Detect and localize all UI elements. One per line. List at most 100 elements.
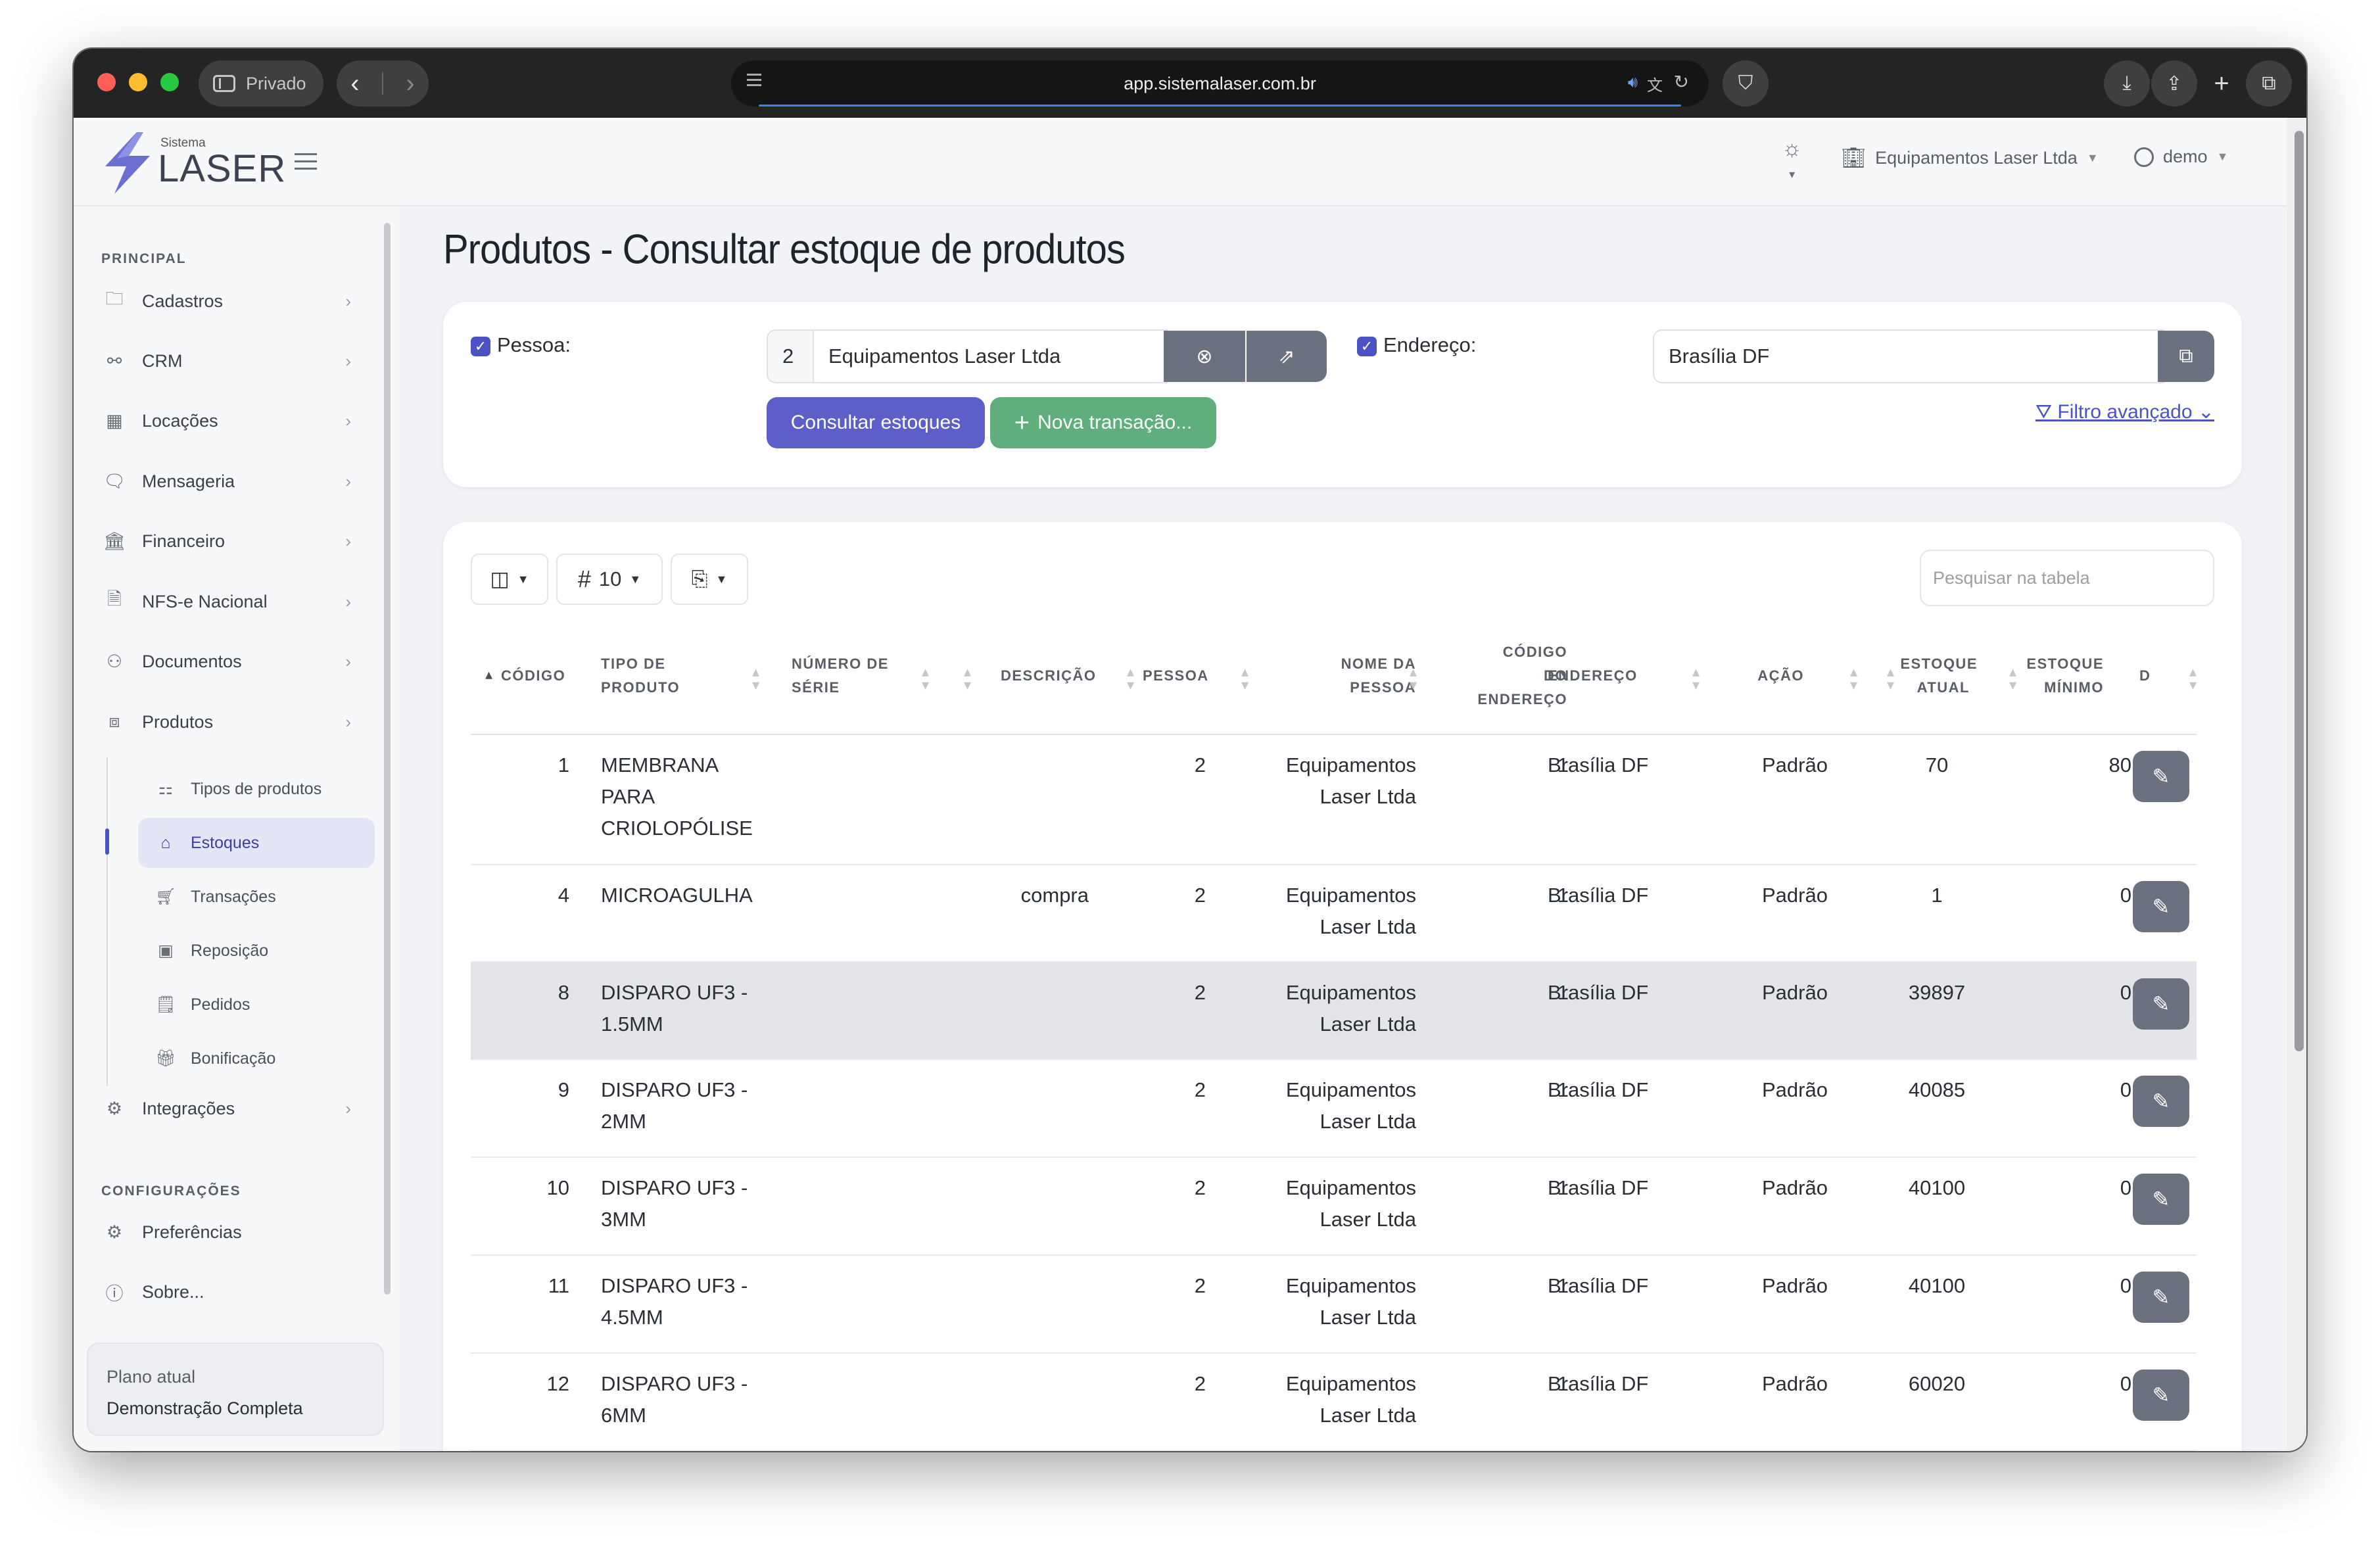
minimize-window-button[interactable]	[129, 73, 147, 91]
edit-button[interactable]: ✎	[2133, 881, 2189, 932]
sidebar-item-financeiro[interactable]: 🏛︎ Financeiro ›	[101, 521, 364, 561]
sidebar-item-preferencias[interactable]: ⚙ Preferências	[101, 1212, 364, 1252]
tabs-overview-icon[interactable]: ⧉	[2246, 60, 2292, 107]
edit-button[interactable]: ✎	[2133, 1076, 2189, 1127]
sidebar-item-documentos[interactable]: ⚇ Documentos ›	[101, 642, 364, 681]
header-codend-3[interactable]: ENDEREÇO	[1462, 688, 1567, 711]
sidebar-subitem-transacoes[interactable]: 🛒︎ Transações	[138, 872, 375, 922]
share-icon[interactable]: ⇪	[2151, 60, 2197, 107]
sidebar-subitem-tipos[interactable]: ⚏ Tipos de produtos	[138, 764, 375, 814]
edit-button[interactable]: ✎	[2133, 1272, 2189, 1323]
menu-toggle-icon[interactable]	[295, 153, 317, 155]
company-selector[interactable]: 🏢︎ Equipamentos Laser Ltda ▼	[1841, 147, 2099, 170]
table-search-input[interactable]: Pesquisar na tabela	[1920, 550, 2214, 606]
table-row[interactable]: 1 MEMBRANA PARA CRIOLOPÓLISE 2 Equipamento…	[471, 735, 2197, 865]
columns-toggle-button[interactable]: ◫ ▼	[471, 554, 548, 605]
new-tab-icon[interactable]: +	[2199, 60, 2245, 107]
back-icon[interactable]: ‹	[350, 69, 359, 99]
reload-icon[interactable]: ↻	[1674, 71, 1689, 93]
sort-icon[interactable]: ▴ ▾	[2189, 665, 2197, 692]
filtro-avancado-link[interactable]: ⛛ Filtro avançado ⌄	[2035, 400, 2214, 423]
select-endereco-button[interactable]: ⧉	[2158, 331, 2214, 382]
header-codend-1[interactable]: CÓDIGO	[1462, 640, 1567, 664]
page-scrollbar-thumb[interactable]	[2295, 131, 2304, 1051]
pessoa-id-field[interactable]: 2	[767, 329, 814, 383]
sidebar-subitem-estoques[interactable]: ⌂ Estoques	[138, 818, 375, 868]
forward-icon[interactable]: ›	[406, 69, 414, 99]
header-pessoa[interactable]: PESSOA	[1143, 664, 1209, 688]
edit-button[interactable]: ✎	[2133, 751, 2189, 802]
cell-acao: Padrão	[1762, 1078, 1828, 1101]
sidebar-item-integracoes[interactable]: ⚙ Integrações ›	[101, 1089, 364, 1128]
header-atual-2[interactable]: ATUAL	[1824, 676, 1970, 700]
sidebar-item-locacoes[interactable]: ▦ Locações ›	[101, 401, 364, 441]
endereco-field[interactable]: Brasília DF	[1653, 329, 2164, 383]
downloads-icon[interactable]: ⤓	[2104, 60, 2150, 107]
pessoa-checkbox[interactable]: ✓ Pessoa:	[471, 333, 571, 357]
export-button[interactable]: ⎘ ▼	[671, 554, 748, 605]
audio-icon[interactable]: 🔊︎	[1628, 74, 1638, 92]
sidebar-item-cadastros[interactable]: 🗀 Cadastros ›	[101, 281, 364, 321]
header-minimo-2[interactable]: MÍNIMO	[1955, 676, 2104, 700]
cell-descricao: compra	[1020, 884, 1089, 907]
sort-icon[interactable]: ▴ ▾	[922, 665, 929, 692]
consultar-estoques-button[interactable]: Consultar estoques	[767, 397, 985, 448]
header-minimo-1[interactable]: ESTOQUE	[1955, 652, 2104, 676]
header-acao[interactable]: AÇÃO	[1692, 664, 1804, 688]
translate-icon[interactable]: 文	[1647, 72, 1663, 95]
header-serie-1[interactable]: NÚMERO DE	[792, 652, 889, 676]
header-endereco[interactable]: ENDEREÇO	[1548, 664, 1638, 688]
header-tipo-1[interactable]: TIPO DE	[601, 652, 666, 676]
theme-toggle-icon[interactable]: ☼ ▾	[1782, 137, 1802, 185]
reader-icon[interactable]	[747, 74, 761, 76]
sidebar-item-mensageria[interactable]: 🗨︎ Mensageria ›	[101, 462, 364, 501]
table-row[interactable]: 9 DISPARO UF3 - 2MM 2 Equipamentos Laser L…	[471, 1060, 2197, 1158]
sort-icon[interactable]: ▴ ▾	[1241, 665, 1249, 692]
header-serie-2[interactable]: SÉRIE	[792, 676, 840, 700]
sidebar-subitem-reposicao[interactable]: ▣ Reposição	[138, 926, 375, 976]
header-d[interactable]: D	[2139, 664, 2151, 688]
table-row[interactable]: 12 DISPARO UF3 - 6MM 2 Equipamentos Laser …	[471, 1354, 2197, 1451]
open-pessoa-button[interactable]: ⇗	[1247, 331, 1327, 382]
pessoa-name-field[interactable]: Equipamentos Laser Ltda	[813, 329, 1168, 383]
sidebar-item-nfse[interactable]: 🗎 NFS-e Nacional ›	[101, 582, 364, 621]
endereco-checkbox[interactable]: ✓ Endereço:	[1357, 333, 1476, 357]
sidebar-subitem-bonificacao[interactable]: 🎁︎ Bonificação	[138, 1034, 375, 1084]
table-row[interactable]: 10 DISPARO UF3 - 3MM 2 Equipamentos Laser …	[471, 1158, 2197, 1256]
user-menu[interactable]: demo ▼	[2134, 147, 2228, 167]
address-bar[interactable]: app.sistemalaser.com.br 🔊︎ 文 ↻	[731, 60, 1709, 107]
edit-button[interactable]: ✎	[2133, 978, 2189, 1030]
sort-icon[interactable]: ▴ ▾	[1127, 665, 1134, 692]
table-row[interactable]: 4 MICROAGULHA compra 2 Equipamentos Laser…	[471, 865, 2197, 963]
sidebar-item-produtos[interactable]: ⧈ Produtos ›	[101, 702, 364, 742]
page-size-button[interactable]: #10 ▼	[556, 554, 663, 605]
close-window-button[interactable]	[97, 73, 116, 91]
sidebar-item-crm[interactable]: ⚯ CRM ›	[101, 341, 364, 381]
pencil-icon: ✎	[2152, 1187, 2170, 1211]
shield-icon[interactable]: ⛉	[1723, 60, 1769, 107]
edit-button[interactable]: ✎	[2133, 1174, 2189, 1225]
zoom-window-button[interactable]	[160, 73, 179, 91]
private-mode-button[interactable]: Privado	[199, 60, 323, 107]
edit-button[interactable]: ✎	[2133, 1370, 2189, 1421]
header-tipo-2[interactable]: PRODUTO	[601, 676, 680, 700]
header-codigo[interactable]: CÓDIGO	[501, 664, 565, 688]
table-row[interactable]: 11 DISPARO UF3 - 4.5MM 2 Equipamentos Lase…	[471, 1256, 2197, 1354]
header-atual-1[interactable]: ESTOQUE	[1824, 652, 1978, 676]
sort-icon[interactable]: ▴ ▾	[1410, 665, 1417, 692]
sidebar-item-sobre[interactable]: ⓘ Sobre...	[101, 1272, 364, 1312]
table-row[interactable]: 8 DISPARO UF3 - 1.5MM 2 Equipamentos Laser…	[471, 963, 2197, 1060]
header-descricao[interactable]: DESCRIÇÃO	[1001, 664, 1097, 688]
sort-asc-icon[interactable]: ▴	[485, 667, 492, 682]
sort-icon[interactable]: ▴ ▾	[752, 665, 759, 692]
export-icon: ⎘	[691, 567, 708, 590]
sort-icon[interactable]: ▴ ▾	[964, 665, 971, 692]
sidebar-scrollbar[interactable]	[384, 223, 391, 1295]
cell-endereco: Brasília DF	[1548, 1274, 1649, 1297]
header-nome-2[interactable]: PESSOA	[1285, 676, 1416, 700]
clear-pessoa-button[interactable]: ⊗	[1164, 331, 1245, 382]
header-nome-1[interactable]: NOME DA	[1285, 652, 1416, 676]
sidebar-subitem-pedidos[interactable]: 🗒︎ Pedidos	[138, 980, 375, 1030]
logo[interactable]: Sistema LASER	[97, 130, 285, 195]
nova-transacao-button[interactable]: + Nova transação...	[990, 397, 1216, 448]
